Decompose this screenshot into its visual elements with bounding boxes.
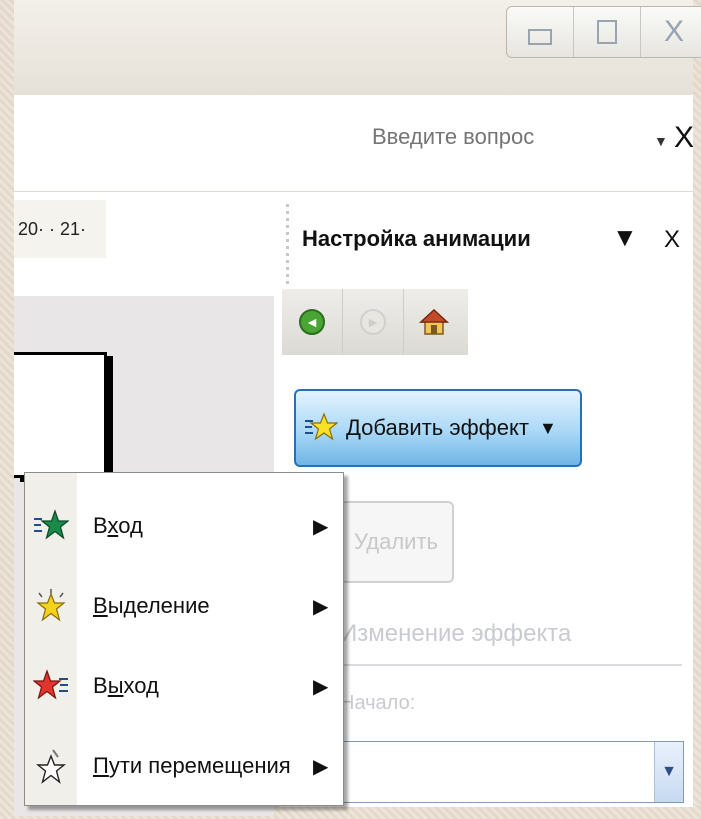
minimize-button[interactable] xyxy=(507,7,574,57)
menu-item-emphasis[interactable]: Выделение ▶ xyxy=(25,567,343,645)
pane-close-icon[interactable]: X xyxy=(664,226,680,254)
menu-item-motion-paths[interactable]: Пути перемещения ▶ xyxy=(25,727,343,805)
pane-title: Настройка анимации xyxy=(302,226,531,251)
add-effect-menu: Вход ▶ Выделение ▶ Выход ▶ Пути перемеще… xyxy=(24,472,344,806)
forward-button[interactable]: ► xyxy=(343,289,404,355)
submenu-arrow-icon: ▶ xyxy=(313,515,329,538)
pane-grip-handle[interactable] xyxy=(286,204,289,284)
start-dropdown-icon[interactable]: ▼ xyxy=(654,742,683,802)
menu-item-emphasis-label: Выделение xyxy=(93,593,210,618)
ask-dropdown-icon[interactable]: ▼ xyxy=(654,133,668,149)
start-select[interactable]: ▼ xyxy=(340,741,684,803)
ask-question-input[interactable] xyxy=(354,105,680,169)
submenu-arrow-icon: ▶ xyxy=(313,675,329,698)
back-button[interactable]: ◄ xyxy=(282,289,343,355)
add-effect-button[interactable]: Добавить эффект ▼ xyxy=(294,389,582,467)
modify-effect-label: Изменение эффекта xyxy=(340,620,572,647)
home-button[interactable] xyxy=(404,289,464,355)
maximize-button[interactable] xyxy=(574,7,641,57)
menu-item-entrance[interactable]: Вход ▶ xyxy=(25,487,343,565)
window-frame-left xyxy=(0,0,14,819)
close-icon: X xyxy=(663,15,684,48)
exit-star-icon xyxy=(31,666,71,706)
add-effect-label: Добавить эффект xyxy=(346,415,529,440)
title-bar: X xyxy=(14,0,701,96)
menu-item-exit[interactable]: Выход ▶ xyxy=(25,647,343,725)
ask-question-bar: ▼ X xyxy=(14,95,694,192)
back-arrow-icon: ◄ xyxy=(299,309,325,335)
pane-nav-toolbar: ◄ ► xyxy=(282,289,468,355)
submenu-arrow-icon: ▶ xyxy=(313,595,329,618)
pane-menu-dropdown-icon[interactable]: ▼ xyxy=(612,222,638,253)
forward-arrow-icon: ► xyxy=(360,309,386,335)
entrance-star-icon xyxy=(31,506,71,546)
motion-path-star-icon xyxy=(31,746,71,786)
submenu-arrow-icon: ▶ xyxy=(313,755,329,778)
minimize-icon xyxy=(528,29,552,45)
house-icon xyxy=(419,308,449,335)
menu-item-motion-paths-label: Пути перемещения xyxy=(93,753,291,778)
emphasis-star-icon xyxy=(31,586,71,626)
ruler-text: 20· · 21· xyxy=(18,219,87,239)
window-frame-right xyxy=(693,0,701,819)
maximize-icon xyxy=(597,20,617,44)
add-effect-star-icon xyxy=(305,412,338,441)
add-effect-dropdown-icon: ▼ xyxy=(538,417,557,438)
window-controls: X xyxy=(506,6,701,58)
menu-item-exit-label: Выход xyxy=(93,673,159,698)
start-label: Начало: xyxy=(340,692,416,714)
delete-effect-button[interactable]: Удалить xyxy=(340,501,454,583)
delete-effect-label: Удалить xyxy=(354,529,438,554)
close-button[interactable]: X xyxy=(641,7,701,57)
menu-item-entrance-label: Вход xyxy=(93,513,143,538)
horizontal-ruler: 20· · 21· xyxy=(14,200,106,258)
close-document-icon[interactable]: X xyxy=(674,121,694,155)
modify-effect-heading: Изменение эффекта xyxy=(340,620,682,666)
slide-canvas[interactable] xyxy=(14,352,107,478)
